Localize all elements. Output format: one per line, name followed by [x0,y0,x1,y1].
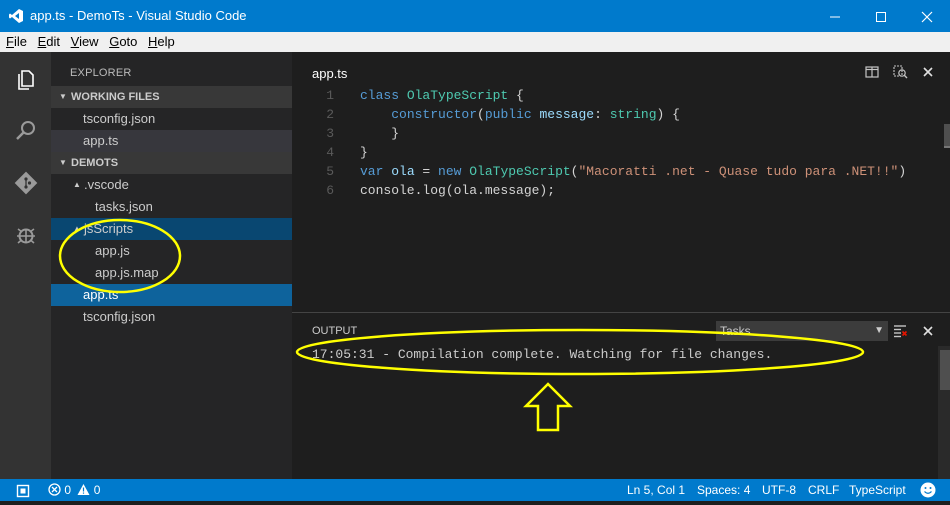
annotation-up-arrow [522,382,574,432]
annotation-ellipse-output [295,328,865,376]
annotation-ellipse-jsscripts [58,218,182,294]
annotation-overlay [58,218,865,432]
